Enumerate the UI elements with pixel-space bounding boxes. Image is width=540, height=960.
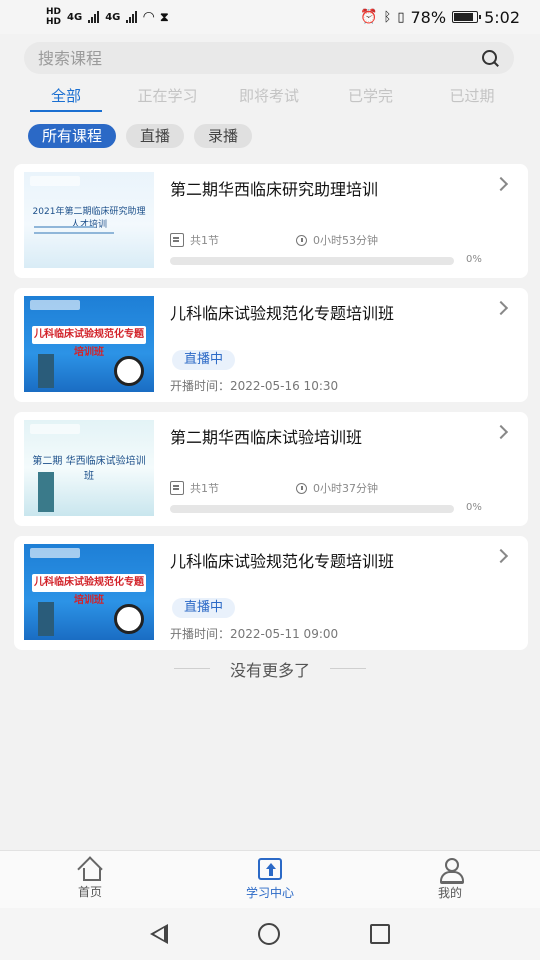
- vibrate-icon: ▯: [397, 9, 405, 25]
- start-time: 开播时间：2022-05-11 09:00: [170, 627, 339, 641]
- thumbnail-text: 儿科临床试验规范化专题培训班: [32, 326, 146, 358]
- network-4g-label-2: 4G: [105, 11, 121, 23]
- chevron-right-icon: [493, 300, 509, 316]
- logo-strip: [30, 548, 80, 558]
- hd-indicator: HD HD: [46, 7, 62, 27]
- course-title: 儿科临床试验规范化专题培训班: [170, 552, 395, 571]
- tower-graphic: [38, 354, 54, 388]
- hourglass-icon: ⧗: [160, 9, 169, 24]
- course-duration: 0小时53分钟: [296, 232, 378, 248]
- panda-graphic: [114, 356, 144, 386]
- chevron-right-icon: [493, 176, 509, 192]
- course-title: 第二期华西临床试验培训班: [170, 428, 363, 447]
- nav-profile-label: 我的: [437, 886, 462, 900]
- nav-home-label: 首页: [77, 885, 102, 899]
- alarm-icon: ⏰: [360, 9, 378, 25]
- clock: 5:02: [484, 7, 520, 27]
- wifi-icon: ◠: [143, 9, 155, 25]
- battery-percent: 78%: [410, 7, 447, 27]
- lesson-count: 共1节: [170, 232, 219, 248]
- network-4g-label-1: 4G: [67, 11, 83, 23]
- bottom-nav: 首页 学习中心 我的: [0, 850, 540, 908]
- progress-percent: 0%: [466, 254, 482, 265]
- bluetooth-icon: ᛒ: [383, 9, 392, 25]
- status-signals: HD HD 4G 4G ◠ ⧗: [46, 7, 169, 27]
- tab-expired[interactable]: 已过期: [430, 85, 514, 112]
- progress-bar: [170, 257, 454, 265]
- filter-all-courses[interactable]: 所有课程: [28, 124, 117, 148]
- note-icon: [170, 233, 184, 247]
- course-card[interactable]: 儿科临床试验规范化专题培训班 儿科临床试验规范化专题培训班 直播中 开播时间：2…: [14, 288, 528, 402]
- logo-strip: [30, 300, 80, 310]
- course-title: 第二期华西临床研究助理培训: [170, 180, 379, 199]
- logo-strip: [30, 176, 80, 186]
- progress-bar: [170, 505, 454, 513]
- home-circle-icon[interactable]: [258, 923, 280, 945]
- status-tabs: 全部 正在学习 即将考试 已学完 已过期: [24, 84, 514, 112]
- course-thumbnail: 儿科临床试验规范化专题培训班: [24, 544, 154, 640]
- back-icon[interactable]: [150, 924, 168, 944]
- battery-icon: [452, 11, 482, 23]
- nav-study-center-label: 学习中心: [245, 886, 294, 900]
- chevron-right-icon: [493, 424, 509, 440]
- tab-upcoming-exam[interactable]: 即将考试: [227, 85, 311, 112]
- no-more-indicator: 没有更多了: [0, 657, 540, 681]
- tab-completed[interactable]: 已学完: [329, 85, 413, 112]
- recent-apps-icon[interactable]: [370, 924, 390, 944]
- search-bar[interactable]: [24, 42, 514, 74]
- note-icon: [170, 481, 184, 495]
- live-badge: 直播中: [172, 350, 236, 370]
- user-icon: [438, 858, 464, 884]
- tower-graphic: [38, 602, 54, 636]
- tower-graphic: [38, 472, 54, 512]
- search-input[interactable]: [38, 48, 480, 68]
- course-card[interactable]: 第二期 华西临床试验培训班 第二期华西临床试验培训班 共1节 0小时37分钟 0…: [14, 412, 528, 526]
- start-time: 开播时间：2022-05-16 10:30: [170, 379, 339, 393]
- search-icon[interactable]: [480, 48, 500, 68]
- course-thumbnail: 儿科临床试验规范化专题培训班: [24, 296, 154, 392]
- course-card[interactable]: 2021年第二期临床研究助理人才培训 第二期华西临床研究助理培训 共1节 0小时…: [14, 164, 528, 278]
- progress-percent: 0%: [466, 502, 482, 513]
- study-icon: [258, 858, 282, 880]
- home-icon: [78, 859, 102, 881]
- filter-recorded[interactable]: 录播: [194, 124, 253, 148]
- nav-study-center[interactable]: 学习中心: [180, 851, 360, 908]
- clock-icon: [296, 234, 307, 246]
- live-badge: 直播中: [172, 598, 236, 618]
- nav-profile[interactable]: 我的: [360, 851, 540, 908]
- filter-chips: 所有课程 直播 录播: [28, 124, 253, 148]
- tab-all[interactable]: 全部: [24, 85, 108, 112]
- status-system: ⏰ ᛒ ▯ 78% 5:02: [360, 8, 520, 27]
- thumbnail-text: 儿科临床试验规范化专题培训班: [32, 574, 146, 606]
- lesson-count: 共1节: [170, 480, 219, 496]
- course-duration: 0小时37分钟: [296, 480, 378, 496]
- status-bar: HD HD 4G 4G ◠ ⧗ ⏰ ᛒ ▯ 78% 5:02: [0, 0, 540, 34]
- course-thumbnail: 第二期 华西临床试验培训班: [24, 420, 154, 516]
- course-title: 儿科临床试验规范化专题培训班: [170, 304, 395, 323]
- filter-live[interactable]: 直播: [126, 124, 185, 148]
- panda-graphic: [114, 604, 144, 634]
- clock-icon: [296, 482, 307, 494]
- logo-strip: [30, 424, 80, 434]
- tab-learning[interactable]: 正在学习: [126, 85, 210, 112]
- course-card[interactable]: 儿科临床试验规范化专题培训班 儿科临床试验规范化专题培训班 直播中 开播时间：2…: [14, 536, 528, 650]
- signal-icon-2: [126, 11, 138, 23]
- chevron-right-icon: [493, 548, 509, 564]
- course-thumbnail: 2021年第二期临床研究助理人才培训: [24, 172, 154, 268]
- system-nav-bar: [0, 908, 540, 960]
- nav-home[interactable]: 首页: [0, 851, 180, 908]
- signal-icon: [88, 11, 100, 23]
